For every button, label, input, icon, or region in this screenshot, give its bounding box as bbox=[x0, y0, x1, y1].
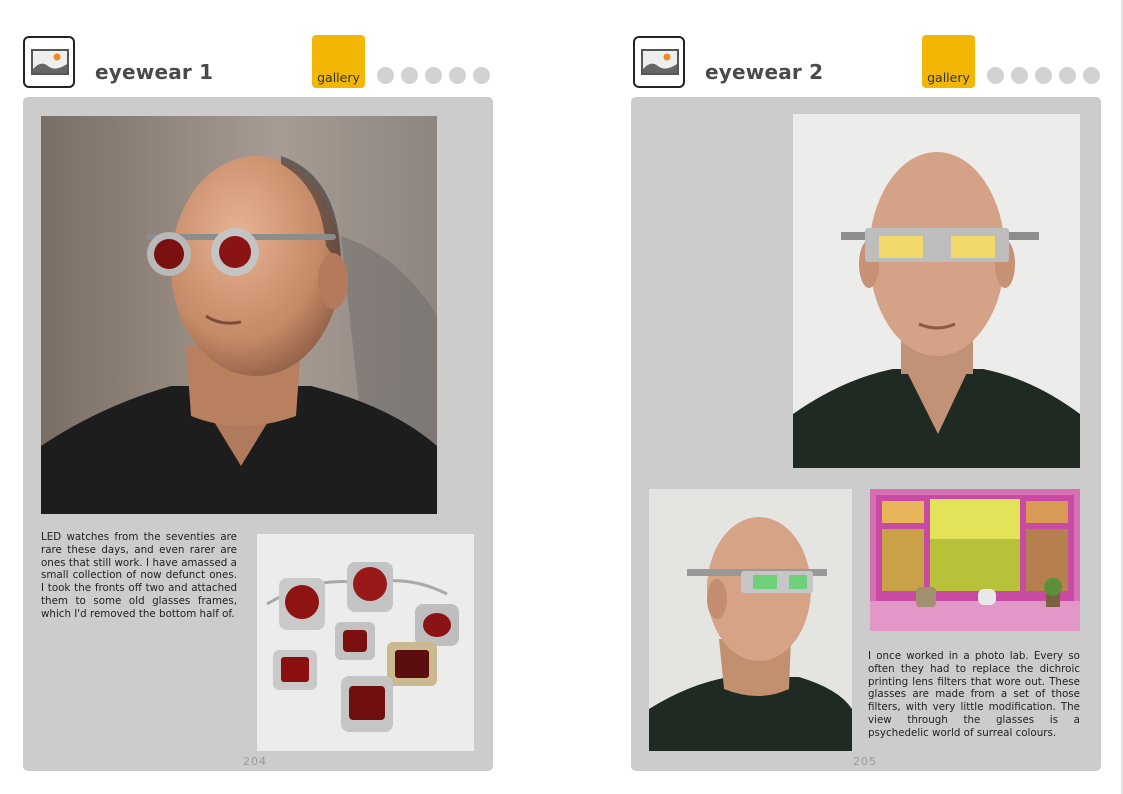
page-nav-dot[interactable] bbox=[377, 67, 394, 84]
page-nav-dot[interactable] bbox=[473, 67, 490, 84]
page-number: 205 bbox=[853, 755, 877, 768]
page-left: eyewear 1 gallery LED watches from the s… bbox=[0, 0, 560, 794]
page-title: eyewear 2 bbox=[705, 60, 824, 84]
gallery-tab[interactable]: gallery bbox=[922, 35, 975, 88]
body-text: LED watches from the seventies are rare … bbox=[41, 531, 237, 620]
page-nav-dot[interactable] bbox=[1035, 67, 1052, 84]
image-icon[interactable] bbox=[23, 36, 75, 88]
image-icon[interactable] bbox=[633, 36, 685, 88]
page-nav-dot[interactable] bbox=[1011, 67, 1028, 84]
page-right: eyewear 2 gallery I once worked in a pho… bbox=[610, 0, 1123, 794]
page-nav-dot[interactable] bbox=[449, 67, 466, 84]
page-nav-dots bbox=[377, 67, 490, 84]
portrait-photo-dichroic-front bbox=[793, 114, 1080, 468]
page-nav-dot[interactable] bbox=[425, 67, 442, 84]
portrait-photo-led-glasses bbox=[41, 116, 437, 514]
page-number: 204 bbox=[243, 755, 267, 768]
page-nav-dot[interactable] bbox=[1083, 67, 1100, 84]
portrait-photo-dichroic-profile bbox=[649, 489, 852, 751]
page-nav-dot[interactable] bbox=[1059, 67, 1076, 84]
content-panel: LED watches from the seventies are rare … bbox=[23, 97, 493, 771]
page-nav-dots bbox=[987, 67, 1100, 84]
page-nav-dot[interactable] bbox=[987, 67, 1004, 84]
page-nav-dot[interactable] bbox=[401, 67, 418, 84]
page-title: eyewear 1 bbox=[95, 60, 214, 84]
gallery-tab-label: gallery bbox=[317, 70, 360, 85]
body-text: I once worked in a photo lab. Every so o… bbox=[868, 650, 1080, 739]
gallery-tab[interactable]: gallery bbox=[312, 35, 365, 88]
content-panel: I once worked in a photo lab. Every so o… bbox=[631, 97, 1101, 771]
psychedelic-window-photo bbox=[870, 489, 1080, 631]
led-watches-photo bbox=[257, 534, 474, 751]
gallery-tab-label: gallery bbox=[927, 70, 970, 85]
